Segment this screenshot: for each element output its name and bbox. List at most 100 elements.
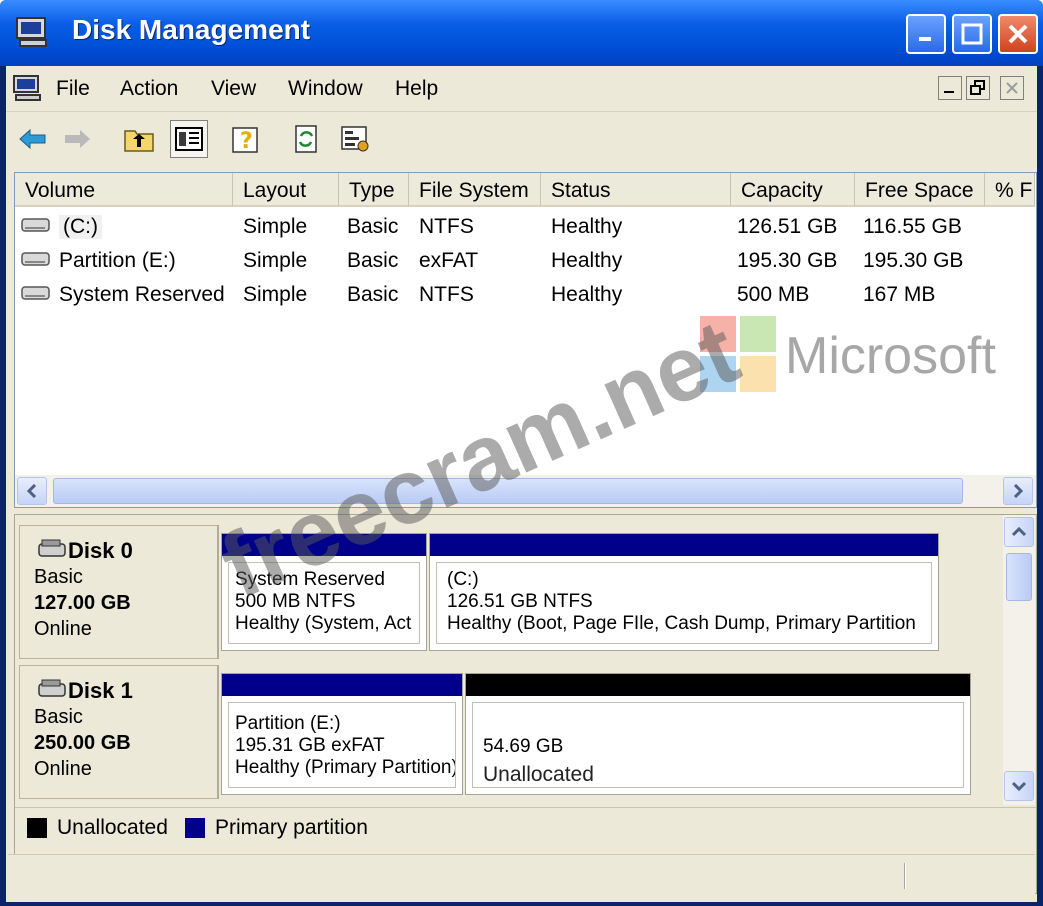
close-icon	[1008, 24, 1028, 44]
restore-icon	[970, 80, 985, 95]
partition-details: System Reserved 500 MB NTFS Healthy (Sys…	[228, 562, 420, 644]
volume-capacity: 126.51 GB	[737, 215, 838, 238]
menu-file[interactable]: File	[56, 77, 90, 101]
column-header-file-system[interactable]: File System	[409, 173, 541, 207]
volume-capacity: 500 MB	[737, 283, 810, 306]
disk-0-label[interactable]: Disk 0 Basic 127.00 GB Online	[19, 525, 219, 659]
menu-action[interactable]: Action	[120, 77, 178, 101]
child-minimize-button[interactable]	[938, 76, 962, 100]
legend-primary-partition: Primary partition	[215, 816, 368, 839]
menu-help[interactable]: Help	[395, 77, 438, 101]
volume-status: Healthy	[551, 283, 623, 306]
partition-size: 126.51 GB NTFS	[447, 591, 593, 612]
disk-state: Online	[34, 758, 92, 780]
child-restore-button[interactable]	[966, 76, 990, 100]
unallocated-swatch	[27, 818, 47, 838]
chevron-down-icon	[1012, 781, 1026, 792]
partition-details: (C:) 126.51 GB NTFS Healthy (Boot, Page …	[436, 562, 932, 644]
minimize-button[interactable]	[906, 14, 946, 54]
column-header-percent-free[interactable]: % F	[985, 173, 1035, 207]
primary-partition-bar	[430, 534, 938, 556]
scroll-right-button[interactable]	[1003, 477, 1033, 505]
volume-file-system: NTFS	[419, 283, 474, 306]
column-header-layout[interactable]: Layout	[233, 173, 339, 207]
back-button[interactable]	[14, 120, 52, 158]
close-button[interactable]	[998, 14, 1038, 54]
child-close-button[interactable]	[1000, 76, 1024, 100]
up-one-level-button[interactable]	[120, 120, 158, 158]
volume-name: System Reserved	[59, 283, 225, 306]
disk-1-label[interactable]: Disk 1 Basic 250.00 GB Online	[19, 665, 219, 799]
partition-status: Healthy (Boot, Page FIle, Cash Dump, Pri…	[447, 613, 916, 634]
column-header-free-space[interactable]: Free Space	[855, 173, 985, 207]
chevron-up-icon	[1012, 526, 1026, 537]
close-icon	[1006, 82, 1018, 94]
refresh-icon	[295, 125, 317, 153]
help-icon: ?	[232, 127, 258, 154]
disk-size: 127.00 GB	[34, 592, 131, 614]
chevron-left-icon	[26, 484, 37, 498]
hard-disk-icon	[38, 539, 66, 557]
partition-block[interactable]: (C:) 126.51 GB NTFS Healthy (Boot, Page …	[429, 533, 939, 651]
title-bar[interactable]: Disk Management	[0, 0, 1043, 66]
back-arrow-icon	[19, 128, 46, 150]
horizontal-scroll-thumb[interactable]	[53, 478, 963, 504]
menu-window[interactable]: Window	[288, 77, 363, 101]
volume-row[interactable]: Partition (E:) Simple Basic exFAT Health…	[15, 243, 1035, 277]
show-hide-tree-button[interactable]	[170, 120, 208, 158]
volume-file-system: NTFS	[419, 215, 474, 238]
partition-name: Partition (E:)	[235, 713, 341, 734]
volume-status: Healthy	[551, 249, 623, 272]
client-area: File Action View Window Help ? Volume La…	[6, 66, 1037, 902]
horizontal-scrollbar[interactable]	[15, 475, 1036, 507]
minimize-icon	[944, 91, 954, 93]
partition-block[interactable]: Partition (E:) 195.31 GB exFAT Healthy (…	[221, 673, 463, 795]
volume-type: Basic	[347, 215, 399, 238]
disk-name: Disk 0	[68, 538, 133, 563]
column-header-volume[interactable]: Volume	[15, 173, 233, 207]
drive-icon	[21, 218, 50, 232]
maximize-icon	[961, 23, 983, 45]
maximize-button[interactable]	[952, 14, 992, 54]
scroll-down-button[interactable]	[1004, 771, 1034, 801]
help-button[interactable]: ?	[228, 120, 266, 158]
column-header-capacity[interactable]: Capacity	[731, 173, 855, 207]
partition-details: Partition (E:) 195.31 GB exFAT Healthy (…	[228, 702, 456, 788]
properties-button[interactable]	[336, 120, 374, 158]
disk-type: Basic	[34, 566, 83, 588]
volume-name: (C:)	[59, 215, 102, 239]
unallocated-label: Unallocated	[483, 763, 594, 786]
column-header-type[interactable]: Type	[339, 173, 409, 207]
disk-map-pane: Disk 0 Basic 127.00 GB Online System Res…	[14, 514, 1037, 894]
volume-row[interactable]: (C:) Simple Basic NTFS Healthy 126.51 GB…	[15, 209, 1035, 243]
refresh-button[interactable]	[288, 120, 326, 158]
unallocated-size: 54.69 GB	[483, 736, 564, 757]
computer-management-icon	[13, 75, 41, 101]
menu-bar: File Action View Window Help	[6, 66, 1037, 112]
menu-view[interactable]: View	[211, 77, 256, 101]
properties-icon	[341, 126, 369, 152]
partition-status: Healthy (System, Act	[235, 613, 412, 634]
primary-partition-swatch	[185, 818, 205, 838]
hard-disk-icon	[38, 679, 66, 697]
show-hide-tree-icon	[175, 127, 203, 151]
unallocated-block[interactable]: 54.69 GB Unallocated	[465, 673, 971, 795]
volume-list-pane: Volume Layout Type File System Status Ca…	[14, 172, 1037, 508]
forward-button[interactable]	[58, 120, 96, 158]
partition-name: System Reserved	[235, 569, 385, 590]
status-bar	[8, 854, 1035, 894]
drive-icon	[21, 286, 50, 300]
volume-layout: Simple	[243, 215, 308, 238]
vertical-scroll-thumb[interactable]	[1006, 553, 1032, 601]
volume-row[interactable]: System Reserved Simple Basic NTFS Health…	[15, 277, 1035, 311]
unallocated-details: 54.69 GB Unallocated	[472, 702, 964, 788]
scroll-left-button[interactable]	[17, 477, 47, 505]
partition-block[interactable]: System Reserved 500 MB NTFS Healthy (Sys…	[221, 533, 427, 651]
column-header-status[interactable]: Status	[541, 173, 731, 207]
scroll-up-button[interactable]	[1004, 517, 1034, 547]
volume-capacity: 195.30 GB	[737, 249, 838, 272]
volume-name: Partition (E:)	[59, 249, 176, 272]
disk-size: 250.00 GB	[34, 732, 131, 754]
vertical-scrollbar[interactable]	[1003, 515, 1035, 805]
volume-type: Basic	[347, 283, 399, 306]
